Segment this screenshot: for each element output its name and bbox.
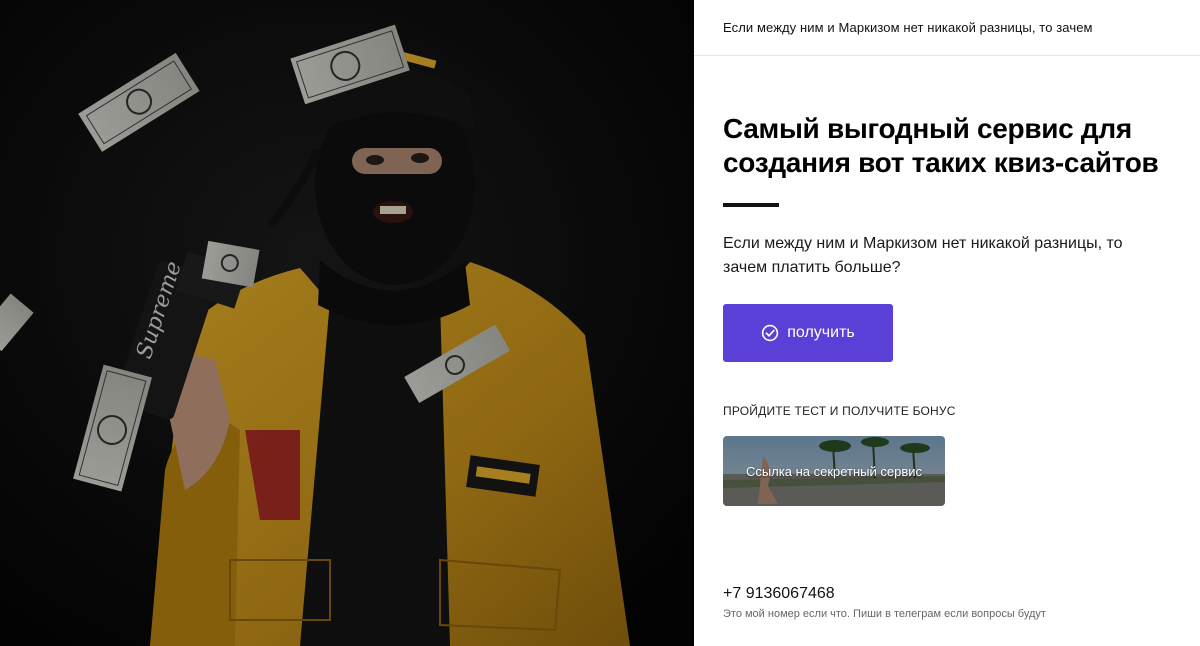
secret-service-link[interactable]: Ссылка на секретный сервис [723, 436, 945, 506]
phone-note: Это мой номер если что. Пиши в телеграм … [723, 608, 1046, 620]
secret-link-label: Ссылка на секретный сервис [745, 463, 923, 479]
masked-man-with-money-photo: Supreme [0, 0, 694, 646]
hero-image: Supreme [0, 0, 694, 646]
content-panel: Если между ним и Маркизом нет никакой ра… [694, 0, 1200, 646]
check-circle-icon [762, 324, 779, 342]
bonus-label: ПРОЙДИТЕ ТЕСТ И ПОЛУЧИТЕ БОНУС [723, 404, 956, 418]
page-title: Самый выгодный сервис для создания вот т… [723, 113, 1159, 178]
page-subtitle: Если между ним и Маркизом нет никакой ра… [723, 235, 1123, 276]
phone-number[interactable]: +7 9136067468 [723, 585, 835, 603]
header-text: Если между ним и Маркизом нет никакой ра… [723, 20, 1093, 35]
get-button-label: получить [787, 324, 855, 341]
header-bar: Если между ним и Маркизом нет никакой ра… [694, 0, 1200, 56]
title-divider [723, 203, 779, 207]
get-button[interactable]: получить [723, 304, 893, 362]
